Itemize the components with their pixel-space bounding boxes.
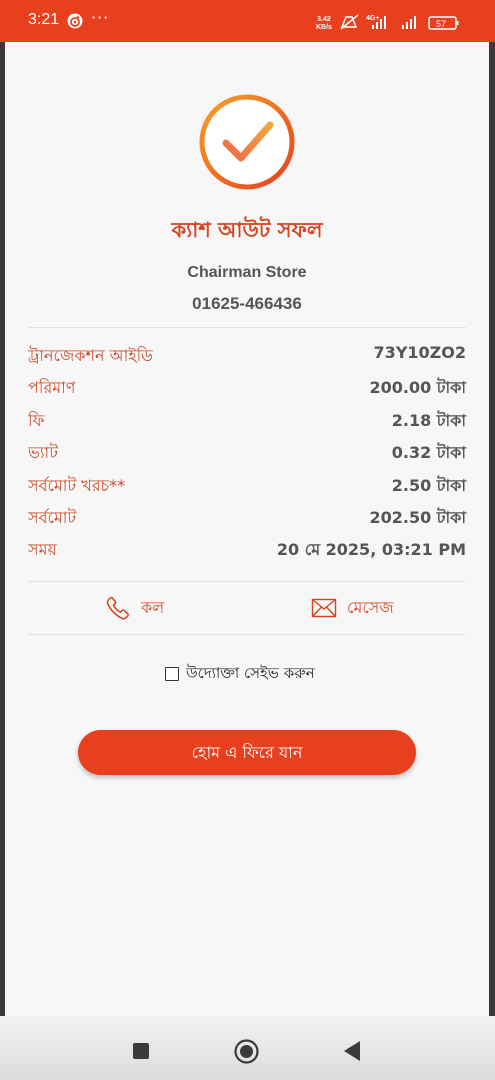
merchant-name: Chairman Store	[187, 264, 307, 281]
envelope-icon	[311, 598, 337, 618]
detail-value: 200.00 টাকা	[369, 378, 466, 397]
merchant-phone: 01625-466436	[192, 294, 302, 313]
recent-apps-button[interactable]	[133, 1043, 149, 1059]
detail-label: সর্বমোট খরচ**	[28, 476, 126, 495]
system-navigation-bar	[0, 1016, 495, 1080]
divider	[28, 327, 466, 328]
detail-row-fee: ফি 2.18 টাকা	[28, 408, 466, 436]
detail-value: 2.18 টাকা	[391, 411, 466, 430]
detail-row-amount: পরিমাণ 200.00 টাকা	[28, 375, 466, 403]
phone-icon	[106, 596, 129, 620]
battery-level: 57	[436, 19, 446, 29]
save-merchant-label: উদ্যোক্তা সেইভ করুন	[186, 663, 315, 682]
checkbox-box[interactable]	[165, 667, 179, 681]
go-home-button[interactable]: হোম এ ফিরে যান	[78, 730, 416, 775]
divider	[28, 581, 466, 582]
detail-label: সর্বমোট	[28, 508, 77, 527]
mute-alarm-icon	[340, 14, 359, 30]
message-label: মেসেজ	[347, 597, 394, 617]
status-bar: 3:21 ··· 3.42 KB/s 4G+ 57	[0, 0, 495, 42]
detail-label: পরিমাণ	[28, 378, 76, 397]
network-type-label: 4G+	[366, 15, 379, 22]
detail-value: 2.50 টাকা	[391, 476, 466, 495]
call-button[interactable]: কল	[105, 590, 164, 626]
detail-label: ট্রানজেকশন আইডি	[28, 346, 153, 365]
save-merchant-checkbox[interactable]: উদ্যোক্তা সেইভ করুন	[165, 662, 315, 686]
status-icons: 4G+ 57	[340, 14, 459, 30]
back-nav-button[interactable]	[343, 1040, 361, 1062]
detail-row-total-cost: সর্বমোট খরচ** 2.50 টাকা	[28, 473, 466, 501]
detail-value: 20 মে 2025, 03:21 PM	[276, 540, 466, 559]
cash-out-success-screen: ক্যাশ আউট সফল Chairman Store 01625-46643…	[5, 42, 489, 1080]
home-nav-button[interactable]	[234, 1039, 259, 1064]
signal-icon-2	[402, 16, 416, 29]
check-circle-icon	[199, 94, 295, 190]
detail-label: ভ্যাট	[28, 443, 58, 462]
status-time: 3:21	[28, 11, 60, 28]
more-notifications-icon: ···	[91, 8, 110, 27]
detail-value: 202.50 টাকা	[369, 508, 466, 527]
detail-row-grand-total: সর্বমোট 202.50 টাকা	[28, 505, 466, 533]
detail-value: 0.32 টাকা	[391, 443, 466, 462]
battery-icon: 57	[428, 16, 459, 30]
detail-label: সময়	[28, 540, 57, 559]
detail-row-transaction-id: ট্রানজেকশন আইডি 73Y10ZO2	[28, 343, 466, 371]
success-title: ক্যাশ আউট সফল	[171, 218, 323, 242]
detail-value: 73Y10ZO2	[373, 343, 466, 362]
network-speed: 3.42 KB/s	[316, 16, 332, 32]
detail-row-vat: ভ্যাট 0.32 টাকা	[28, 440, 466, 468]
call-label: কল	[141, 597, 165, 617]
detail-row-time: সময় 20 মে 2025, 03:21 PM	[28, 537, 466, 565]
divider	[28, 634, 466, 635]
detail-label: ফি	[28, 411, 45, 430]
app-notification-icon	[67, 13, 83, 29]
network-speed-unit: KB/s	[316, 24, 332, 31]
network-speed-value: 3.42	[317, 16, 331, 23]
message-button[interactable]: মেসেজ	[311, 590, 394, 626]
